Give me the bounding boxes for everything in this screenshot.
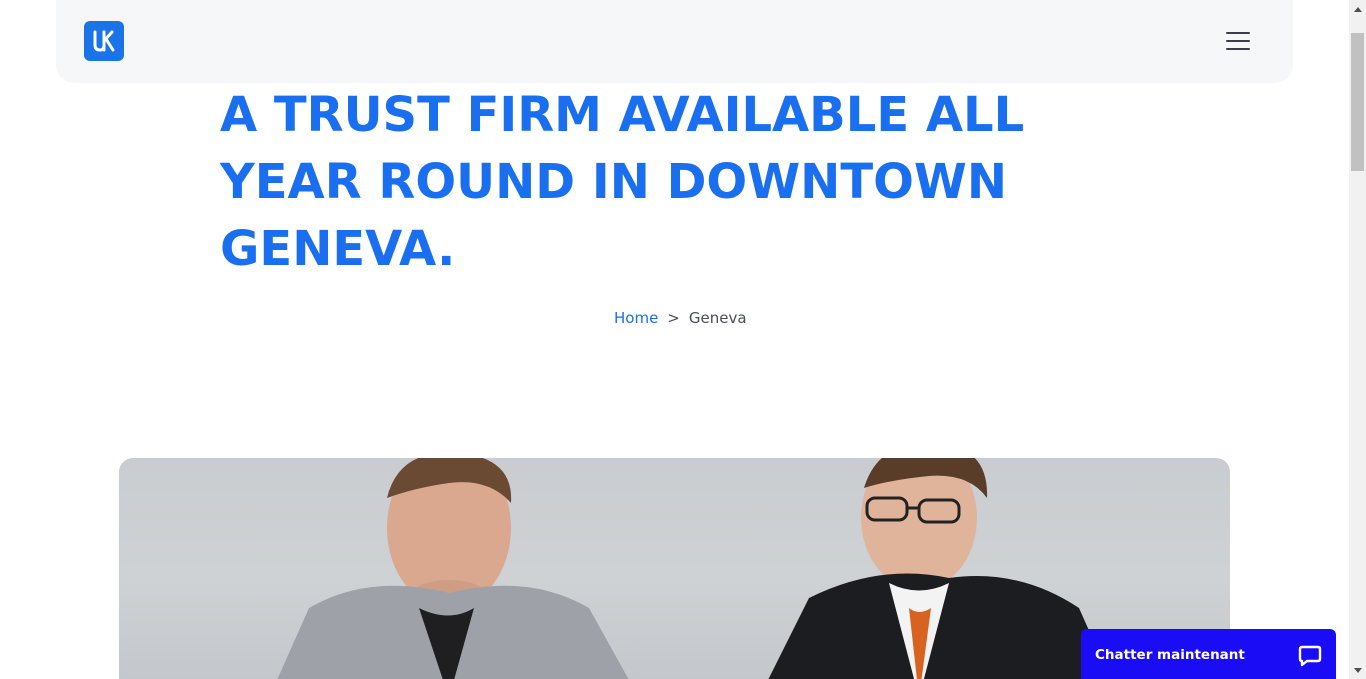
breadcrumb-current: Geneva (688, 309, 747, 327)
scrollbar-thumb[interactable] (1351, 33, 1364, 171)
vertical-scrollbar[interactable] (1349, 0, 1366, 679)
hamburger-line (1226, 32, 1250, 34)
breadcrumb-separator: > (667, 309, 680, 327)
page: A TRUST FIRM AVAILABLE ALL YEAR ROUND IN… (0, 0, 1366, 679)
chat-label: Chatter maintenant (1095, 647, 1245, 663)
site-header (56, 0, 1293, 83)
page-title: A TRUST FIRM AVAILABLE ALL YEAR ROUND IN… (220, 87, 1025, 277)
scroll-up-arrow-icon[interactable] (1349, 0, 1366, 17)
hero-photo (119, 458, 1230, 679)
breadcrumb: Home > Geneva (614, 309, 747, 327)
logo-mark-icon (93, 30, 115, 52)
hamburger-line (1226, 48, 1250, 50)
chat-bubble-icon (1298, 645, 1322, 667)
site-logo[interactable] (84, 21, 124, 61)
scroll-down-arrow-icon[interactable] (1349, 662, 1366, 679)
hamburger-menu-icon[interactable] (1224, 29, 1252, 53)
hamburger-line (1226, 40, 1250, 42)
business-meeting-image (277, 458, 1111, 679)
chat-widget-button[interactable]: Chatter maintenant (1081, 629, 1336, 679)
breadcrumb-home-link[interactable]: Home (614, 309, 658, 327)
